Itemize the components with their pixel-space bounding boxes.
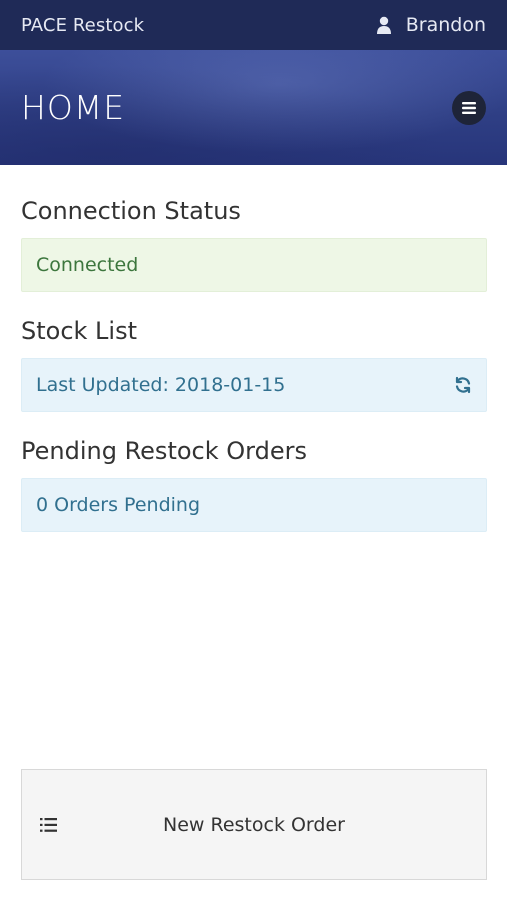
stock-list-last-updated: Last Updated: 2018-01-15 [36,374,286,396]
new-restock-order-button[interactable]: New Restock Order [21,769,487,880]
new-restock-order-label: New Restock Order [163,813,345,836]
user-menu[interactable]: Brandon [376,14,486,36]
connection-status-text: Connected [36,254,139,276]
user-name: Brandon [405,14,486,36]
app-brand[interactable]: PACE Restock [21,15,144,36]
pending-orders-panel[interactable]: 0 Orders Pending [21,478,487,532]
hamburger-menu-icon [461,101,477,115]
stock-list-heading: Stock List [21,317,138,345]
user-icon [376,16,392,34]
page-title: HOME [21,88,126,127]
connection-status-panel: Connected [21,238,487,292]
menu-button[interactable] [452,90,486,125]
page-header: HOME [0,50,507,165]
stock-list-panel[interactable]: Last Updated: 2018-01-15 [21,358,487,412]
top-navbar: PACE Restock Brandon [0,0,507,50]
connection-status-heading: Connection Status [21,197,241,225]
pending-orders-count: 0 Orders Pending [36,494,201,516]
pending-orders-heading: Pending Restock Orders [21,437,307,465]
list-icon [39,815,59,835]
refresh-icon[interactable] [454,376,472,394]
